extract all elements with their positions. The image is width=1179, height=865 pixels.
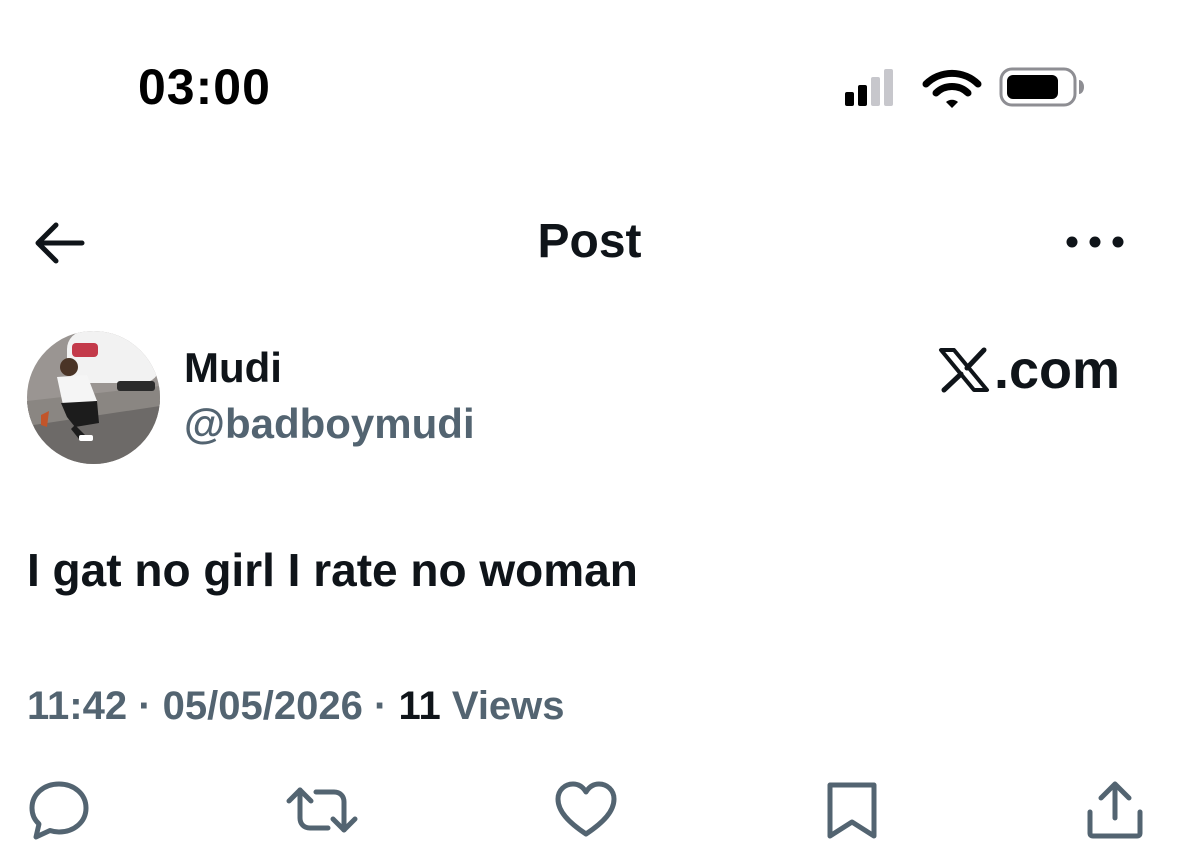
repost-icon bbox=[286, 787, 358, 833]
post-text: I gat no girl I rate no woman bbox=[27, 544, 638, 596]
like-button[interactable] bbox=[553, 778, 623, 842]
heart-icon bbox=[555, 781, 617, 837]
bookmark-button[interactable] bbox=[822, 778, 892, 842]
battery-icon bbox=[999, 67, 1084, 107]
views-label[interactable]: Views bbox=[452, 684, 565, 728]
wifi-icon bbox=[922, 69, 982, 108]
status-bar-icons bbox=[840, 66, 1090, 110]
x-logo-icon bbox=[939, 347, 989, 393]
post-date[interactable]: 05/05/2026 bbox=[163, 684, 363, 728]
meta-separator: · bbox=[374, 684, 399, 728]
x-com-label: .com bbox=[994, 340, 1121, 400]
share-icon bbox=[1087, 781, 1143, 839]
more-options-button[interactable] bbox=[1062, 226, 1132, 258]
status-bar-time: 03:00 bbox=[138, 59, 271, 115]
bookmark-icon bbox=[827, 782, 877, 839]
page-title: Post bbox=[537, 215, 642, 268]
post-time[interactable]: 11:42 bbox=[27, 684, 127, 728]
reply-button[interactable] bbox=[26, 778, 96, 842]
repost-button[interactable] bbox=[286, 778, 358, 842]
x-com-watermark: .com bbox=[938, 338, 1120, 402]
share-button[interactable] bbox=[1084, 778, 1154, 842]
reply-icon bbox=[29, 781, 89, 840]
cellular-signal-icon bbox=[845, 69, 893, 106]
avatar[interactable] bbox=[27, 331, 160, 464]
author-name[interactable]: Mudi bbox=[184, 344, 282, 392]
avatar-photo bbox=[27, 331, 160, 464]
more-horizontal-icon bbox=[1066, 236, 1124, 248]
views-count[interactable]: 11 bbox=[398, 684, 440, 728]
author-handle[interactable]: @badboymudi bbox=[184, 400, 475, 448]
post-meta: 11:42 · 05/05/2026 · 11 Views bbox=[27, 684, 565, 729]
meta-separator: · bbox=[138, 684, 163, 728]
